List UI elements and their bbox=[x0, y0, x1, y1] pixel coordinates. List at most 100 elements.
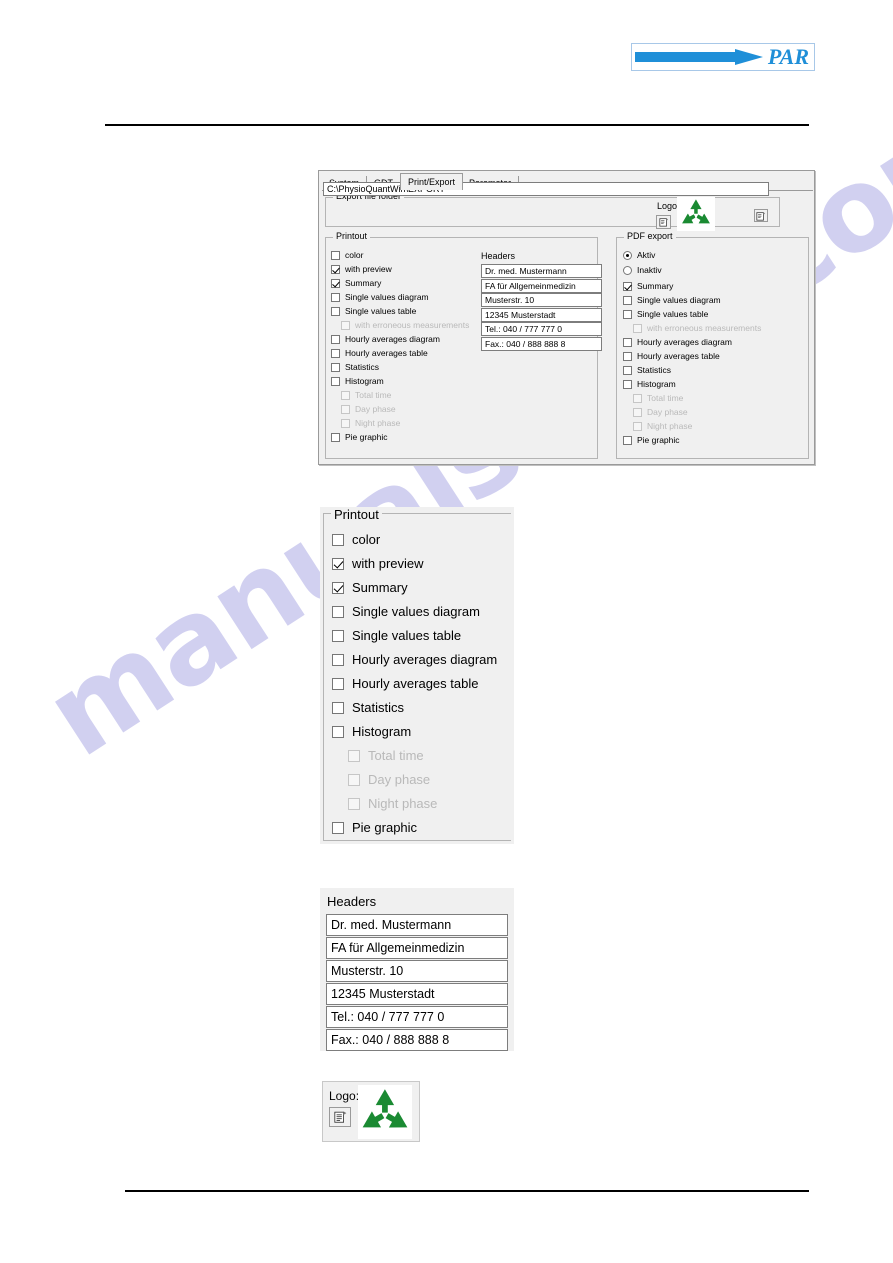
checkbox-pie-graphic[interactable]: Pie graphic bbox=[331, 432, 388, 442]
checkbox-single-values-table[interactable]: Single values table bbox=[331, 306, 416, 316]
checkbox-box bbox=[332, 653, 344, 666]
checkbox-night-phase: Night phase bbox=[348, 796, 437, 811]
header-line-5[interactable]: Tel.: 040 / 777 777 0 bbox=[481, 322, 602, 336]
checkbox-day-phase: Day phase bbox=[633, 407, 688, 417]
checkbox-statistics[interactable]: Statistics bbox=[332, 700, 404, 715]
checkbox-statistics[interactable]: Statistics bbox=[623, 365, 671, 375]
checkbox-label: Night phase bbox=[647, 421, 693, 431]
checkbox-box bbox=[332, 677, 344, 690]
checkbox-with-preview[interactable]: with preview bbox=[332, 556, 424, 571]
header-line-6[interactable]: Fax.: 040 / 888 888 8 bbox=[326, 1029, 508, 1051]
checkbox-night-phase: Night phase bbox=[633, 421, 692, 431]
radio-aktiv[interactable]: Aktiv bbox=[623, 250, 655, 260]
header-line-6[interactable]: Fax.: 040 / 888 888 8 bbox=[481, 336, 602, 351]
header-line-1[interactable]: Dr. med. Mustermann bbox=[326, 914, 508, 936]
checkbox-label: color bbox=[345, 250, 364, 260]
checkbox-total-time: Total time bbox=[633, 393, 683, 403]
checkbox-label: Histogram bbox=[637, 379, 676, 389]
footer-rule bbox=[125, 1190, 809, 1192]
tab-print-export[interactable]: Print/Export bbox=[400, 173, 464, 190]
checkbox-summary[interactable]: Summary bbox=[623, 281, 673, 291]
checkbox-pie-graphic[interactable]: Pie graphic bbox=[623, 435, 680, 445]
checkbox-day-phase: Day phase bbox=[341, 404, 396, 414]
checkbox-label: Pie graphic bbox=[637, 435, 680, 445]
checkbox-box bbox=[341, 418, 350, 428]
radio-label: Aktiv bbox=[637, 250, 656, 260]
checkbox-box bbox=[331, 376, 340, 386]
checkbox-box bbox=[332, 557, 344, 570]
checkbox-label: Single values diagram bbox=[352, 604, 480, 619]
checkbox-label: with preview bbox=[352, 556, 424, 571]
checkbox-histogram[interactable]: Histogram bbox=[331, 376, 384, 386]
checkbox-label: Summary bbox=[345, 278, 382, 288]
checkbox-with-erroneous-measurements: with erroneous measurements bbox=[633, 323, 761, 333]
logo-detail-label: Logo: bbox=[329, 1089, 360, 1103]
checkbox-total-time: Total time bbox=[348, 748, 424, 763]
pdf-export-group-title: PDF export bbox=[624, 231, 676, 241]
checkbox-label: Summary bbox=[637, 281, 674, 291]
checkbox-box bbox=[623, 379, 632, 389]
header-line-3[interactable]: Musterstr. 10 bbox=[481, 293, 602, 307]
checkbox-box bbox=[348, 773, 360, 786]
checkbox-label: Histogram bbox=[352, 724, 412, 739]
checkbox-single-values-table[interactable]: Single values table bbox=[623, 309, 708, 319]
browse-file-icon[interactable] bbox=[329, 1107, 351, 1127]
checkbox-box bbox=[623, 281, 632, 291]
export-folder-input[interactable]: C:\PhysioQuantWin\EXPORT bbox=[323, 182, 769, 196]
checkbox-single-values-diagram[interactable]: Single values diagram bbox=[331, 292, 429, 302]
checkbox-pie-graphic[interactable]: Pie graphic bbox=[332, 820, 417, 835]
logo-detail-crop: Logo: bbox=[322, 1081, 420, 1142]
checkbox-hourly-averages-diagram[interactable]: Hourly averages diagram bbox=[332, 652, 497, 667]
checkbox-box bbox=[633, 407, 642, 417]
checkbox-box bbox=[332, 821, 344, 834]
checkbox-hourly-averages-table[interactable]: Hourly averages table bbox=[332, 676, 478, 691]
recycle-symbol-icon bbox=[358, 1085, 412, 1139]
checkbox-box bbox=[348, 797, 360, 810]
checkbox-box bbox=[623, 295, 632, 305]
par-logo-text: PAR bbox=[767, 44, 809, 69]
checkbox-with-preview[interactable]: with preview bbox=[331, 264, 392, 274]
checkbox-summary[interactable]: Summary bbox=[331, 278, 381, 288]
browse-file-icon[interactable] bbox=[656, 215, 671, 229]
checkbox-box bbox=[348, 749, 360, 762]
checkbox-histogram[interactable]: Histogram bbox=[623, 379, 676, 389]
checkbox-color[interactable]: color bbox=[331, 250, 363, 260]
blue-arrow-icon bbox=[635, 49, 763, 65]
header-line-2[interactable]: FA für Allgemeinmedizin bbox=[481, 278, 602, 293]
radio-inaktiv[interactable]: Inaktiv bbox=[623, 265, 662, 275]
checkbox-box bbox=[332, 629, 344, 642]
checkbox-hourly-averages-diagram[interactable]: Hourly averages diagram bbox=[623, 337, 732, 347]
checkbox-box bbox=[341, 404, 350, 414]
checkbox-box bbox=[623, 435, 632, 445]
checkbox-single-values-diagram[interactable]: Single values diagram bbox=[332, 604, 480, 619]
checkbox-summary[interactable]: Summary bbox=[332, 580, 408, 595]
checkbox-label: Hourly averages table bbox=[352, 676, 479, 691]
checkbox-label: Hourly averages diagram bbox=[345, 334, 440, 344]
header-line-3[interactable]: Musterstr. 10 bbox=[326, 960, 508, 982]
checkbox-label: color bbox=[352, 532, 381, 547]
checkbox-hourly-averages-table[interactable]: Hourly averages table bbox=[331, 348, 428, 358]
checkbox-box bbox=[332, 605, 344, 618]
checkbox-box bbox=[623, 309, 632, 319]
header-line-5[interactable]: Tel.: 040 / 777 777 0 bbox=[326, 1006, 508, 1028]
checkbox-box bbox=[331, 264, 340, 274]
header-line-2[interactable]: FA für Allgemeinmedizin bbox=[326, 937, 508, 959]
checkbox-histogram[interactable]: Histogram bbox=[332, 724, 411, 739]
checkbox-statistics[interactable]: Statistics bbox=[331, 362, 379, 372]
checkbox-label: Histogram bbox=[345, 376, 384, 386]
checkbox-hourly-averages-diagram[interactable]: Hourly averages diagram bbox=[331, 334, 440, 344]
header-line-1[interactable]: Dr. med. Mustermann bbox=[481, 264, 602, 278]
recycle-symbol-icon bbox=[677, 197, 715, 231]
checkbox-single-values-table[interactable]: Single values table bbox=[332, 628, 461, 643]
header-line-4[interactable]: 12345 Musterstadt bbox=[326, 983, 508, 1005]
browse-folder-icon[interactable] bbox=[754, 209, 768, 222]
checkbox-hourly-averages-table[interactable]: Hourly averages table bbox=[623, 351, 720, 361]
checkbox-box bbox=[633, 393, 642, 403]
header-line-4[interactable]: 12345 Musterstadt bbox=[481, 307, 602, 322]
checkbox-label: Night phase bbox=[368, 796, 438, 811]
checkbox-box bbox=[332, 533, 344, 546]
checkbox-color[interactable]: color bbox=[332, 532, 380, 547]
headers-detail-crop: Headers Dr. med. Mustermann FA für Allgem… bbox=[320, 888, 514, 1051]
checkbox-single-values-diagram[interactable]: Single values diagram bbox=[623, 295, 721, 305]
checkbox-box bbox=[633, 323, 642, 333]
